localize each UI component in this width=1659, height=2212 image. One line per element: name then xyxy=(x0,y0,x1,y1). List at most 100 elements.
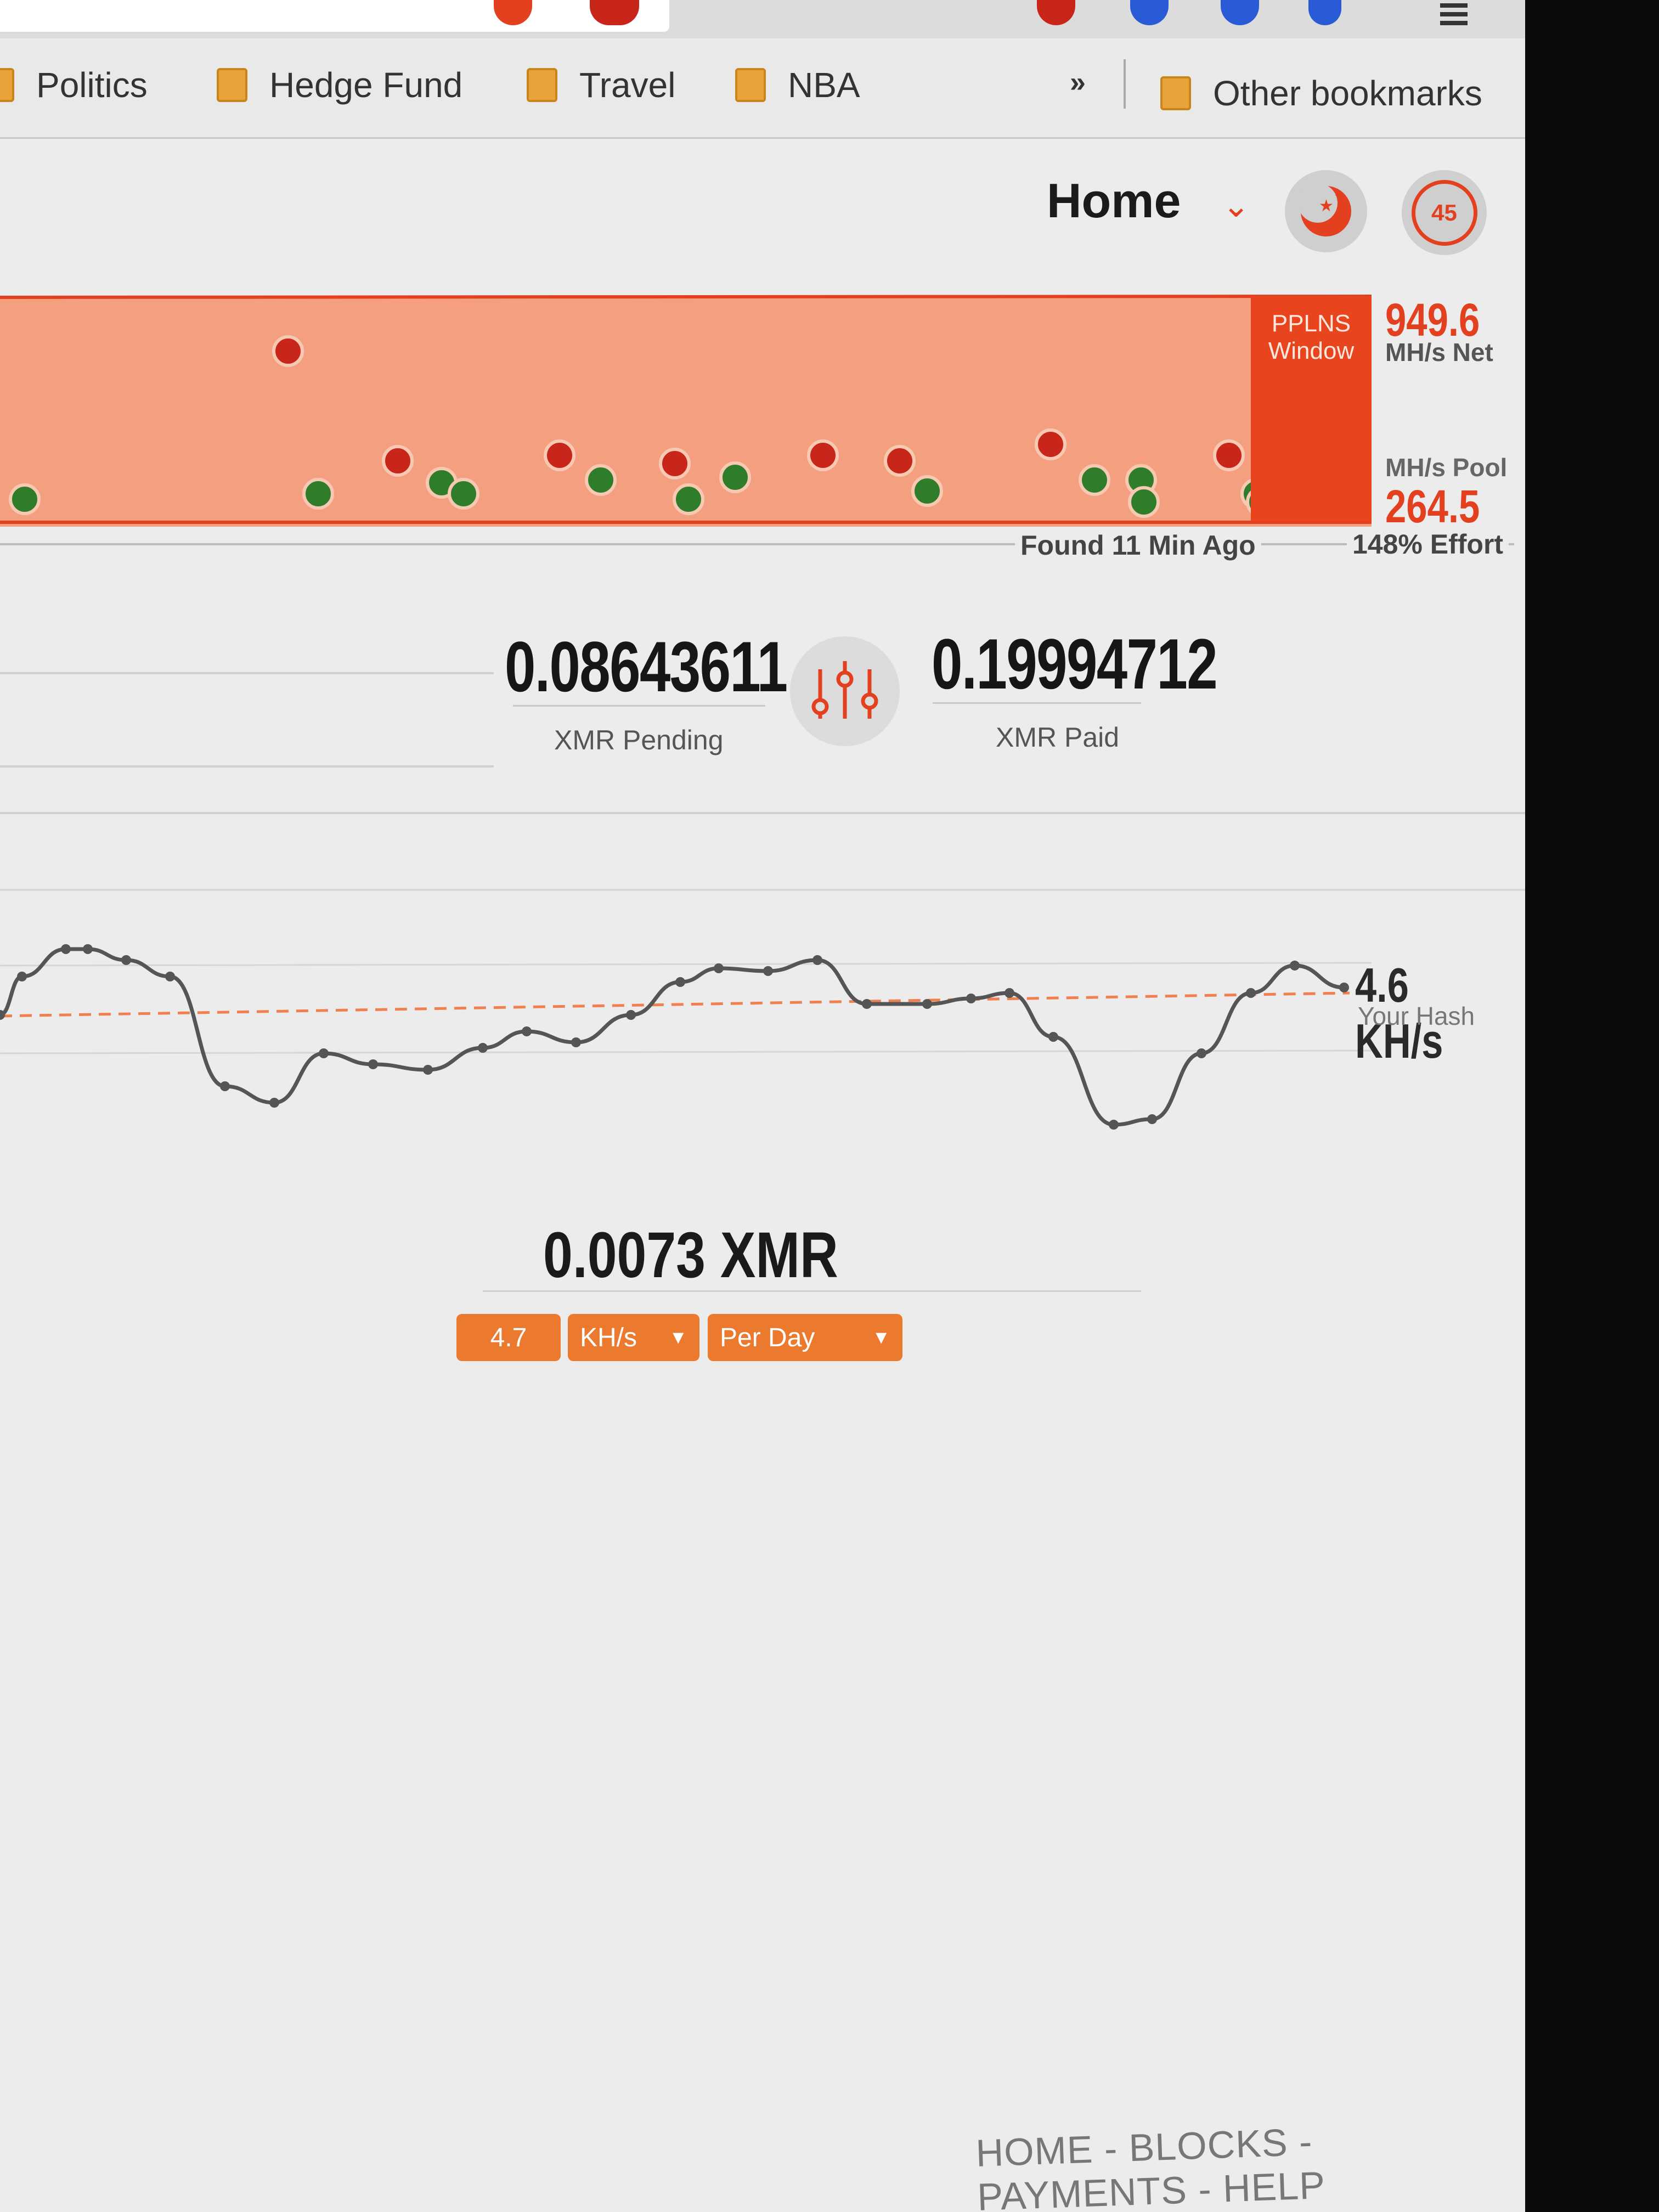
footer-link-payments[interactable]: PAYMENTS xyxy=(977,2169,1188,2212)
chevron-double-right-icon[interactable]: » xyxy=(1070,66,1086,99)
average-line xyxy=(0,991,1350,1018)
hashrate-point xyxy=(1005,988,1014,998)
bookmarks-separator xyxy=(1124,59,1126,109)
earnings-estimate: 0.0073 XMR xyxy=(543,1219,838,1291)
hashrate-input[interactable]: 4.7 xyxy=(456,1314,561,1361)
folder-icon xyxy=(527,68,557,102)
grid-line xyxy=(0,1049,1372,1054)
svg-text:★: ★ xyxy=(1319,196,1334,216)
hashrate-chart xyxy=(0,944,1372,1130)
chevron-down-icon[interactable]: ⌄ xyxy=(1222,187,1250,225)
hashrate-point xyxy=(1197,1048,1206,1058)
browser-screen: Politics Hedge Fund Travel NBA Other boo… xyxy=(0,0,1525,2212)
xmr-pending-value: 0.08643611 xyxy=(505,627,788,707)
hashrate-point xyxy=(319,1048,329,1058)
hashrate-point xyxy=(1339,983,1349,992)
block-dot-green xyxy=(1128,486,1160,518)
hashrate-point xyxy=(17,972,27,981)
network-hashrate-unit: MH/s Net xyxy=(1385,338,1493,366)
pending-underline xyxy=(513,705,765,707)
block-dot-red xyxy=(807,439,839,471)
hashrate-point xyxy=(1290,961,1300,970)
section-divider xyxy=(0,672,494,674)
pool-hashrate-value: 264.5 xyxy=(1385,481,1480,532)
block-dot-green xyxy=(673,483,704,515)
hashrate-point xyxy=(922,999,932,1009)
refresh-timer-button[interactable]: 45 xyxy=(1402,170,1487,255)
bookmark-travel[interactable]: Travel xyxy=(527,60,675,110)
hashrate-point xyxy=(675,977,685,987)
bookmark-nba[interactable]: NBA xyxy=(735,60,860,110)
block-dot-red xyxy=(382,445,414,477)
theme-toggle-button[interactable]: ★ ★ xyxy=(1285,170,1367,252)
hashrate-line xyxy=(0,947,1345,1127)
hashrate-point xyxy=(966,994,976,1003)
hashrate-point xyxy=(812,955,822,965)
address-bar[interactable] xyxy=(0,0,669,32)
hashrate-point xyxy=(478,1043,488,1053)
hashrate-point xyxy=(1246,988,1256,998)
bookmark-politics[interactable]: Politics xyxy=(0,60,148,110)
block-dot-red xyxy=(544,439,575,471)
grid-line xyxy=(0,962,1372,967)
pool-effort: 148% Effort xyxy=(1347,528,1509,560)
footer-link-home[interactable]: HOME xyxy=(975,2128,1094,2175)
sliders-icon xyxy=(811,661,878,719)
paid-underline xyxy=(933,702,1141,704)
caret-down-icon: ▼ xyxy=(669,1327,687,1348)
block-dot-green xyxy=(911,475,943,507)
block-dot-green xyxy=(302,478,334,510)
xmr-pending-label: XMR Pending xyxy=(554,725,724,755)
hashrate-point xyxy=(423,1065,433,1075)
found-divider xyxy=(0,543,1514,545)
nav-home-label[interactable]: Home xyxy=(1047,173,1181,229)
folder-icon xyxy=(0,68,14,102)
hashrate-point xyxy=(763,966,773,976)
hashrate-point xyxy=(1147,1114,1157,1124)
hashrate-point xyxy=(1109,1120,1119,1130)
footer-separator: - xyxy=(1287,2120,1313,2164)
section-divider xyxy=(0,765,494,768)
settings-button[interactable] xyxy=(790,636,900,746)
pplns-window-label: PPLNS Window xyxy=(1268,310,1355,364)
block-dot-green xyxy=(448,478,479,510)
folder-icon xyxy=(735,68,766,102)
bookmarks-bar: Politics Hedge Fund Travel NBA Other boo… xyxy=(0,38,1525,139)
footer-nav: HOME - BLOCKS - PAYMENTS - HELP xyxy=(975,2112,1525,2212)
block-dot-red xyxy=(1213,439,1245,471)
last-block-found: Found 11 Min Ago xyxy=(1015,529,1261,561)
block-dot-red xyxy=(1035,428,1066,460)
block-dot-red xyxy=(659,448,691,479)
block-dot-red xyxy=(884,445,916,477)
hashrate-point xyxy=(269,1098,279,1108)
caret-down-icon: ▼ xyxy=(872,1327,890,1348)
hashrate-point xyxy=(61,944,71,954)
hashrate-point xyxy=(571,1037,581,1047)
hashrate-point xyxy=(368,1059,378,1069)
svg-text:★: ★ xyxy=(1334,189,1346,204)
footer-separator: - xyxy=(1186,2167,1224,2211)
period-select[interactable]: Per Day ▼ xyxy=(708,1314,902,1361)
band-top-edge xyxy=(0,295,1372,299)
hashrate-point xyxy=(1048,1032,1058,1042)
unit-select[interactable]: KH/s ▼ xyxy=(568,1314,699,1361)
hashrate-point xyxy=(522,1026,532,1036)
refresh-timer-value: 45 xyxy=(1411,179,1477,246)
pool-blocks-chart xyxy=(0,295,1372,527)
hashrate-point xyxy=(626,1010,636,1020)
folder-icon xyxy=(1160,76,1191,110)
moon-stars-icon: ★ ★ xyxy=(1298,183,1351,236)
block-dot-red xyxy=(272,335,304,367)
footer-link-blocks[interactable]: BLOCKS xyxy=(1128,2121,1289,2169)
hashrate-point xyxy=(220,1081,230,1091)
bookmark-hedge-fund[interactable]: Hedge Fund xyxy=(217,60,462,110)
hashrate-point xyxy=(714,963,724,973)
footer-link-help[interactable]: HELP xyxy=(1222,2164,1326,2210)
hashrate-point xyxy=(121,955,131,965)
hashrate-point xyxy=(862,999,872,1009)
menu-icon[interactable] xyxy=(1440,0,1468,27)
hashrate-points xyxy=(0,944,1349,1130)
section-divider xyxy=(0,889,1525,891)
hashrate-point xyxy=(165,972,175,981)
bookmark-other[interactable]: Other bookmarks xyxy=(1160,69,1482,118)
